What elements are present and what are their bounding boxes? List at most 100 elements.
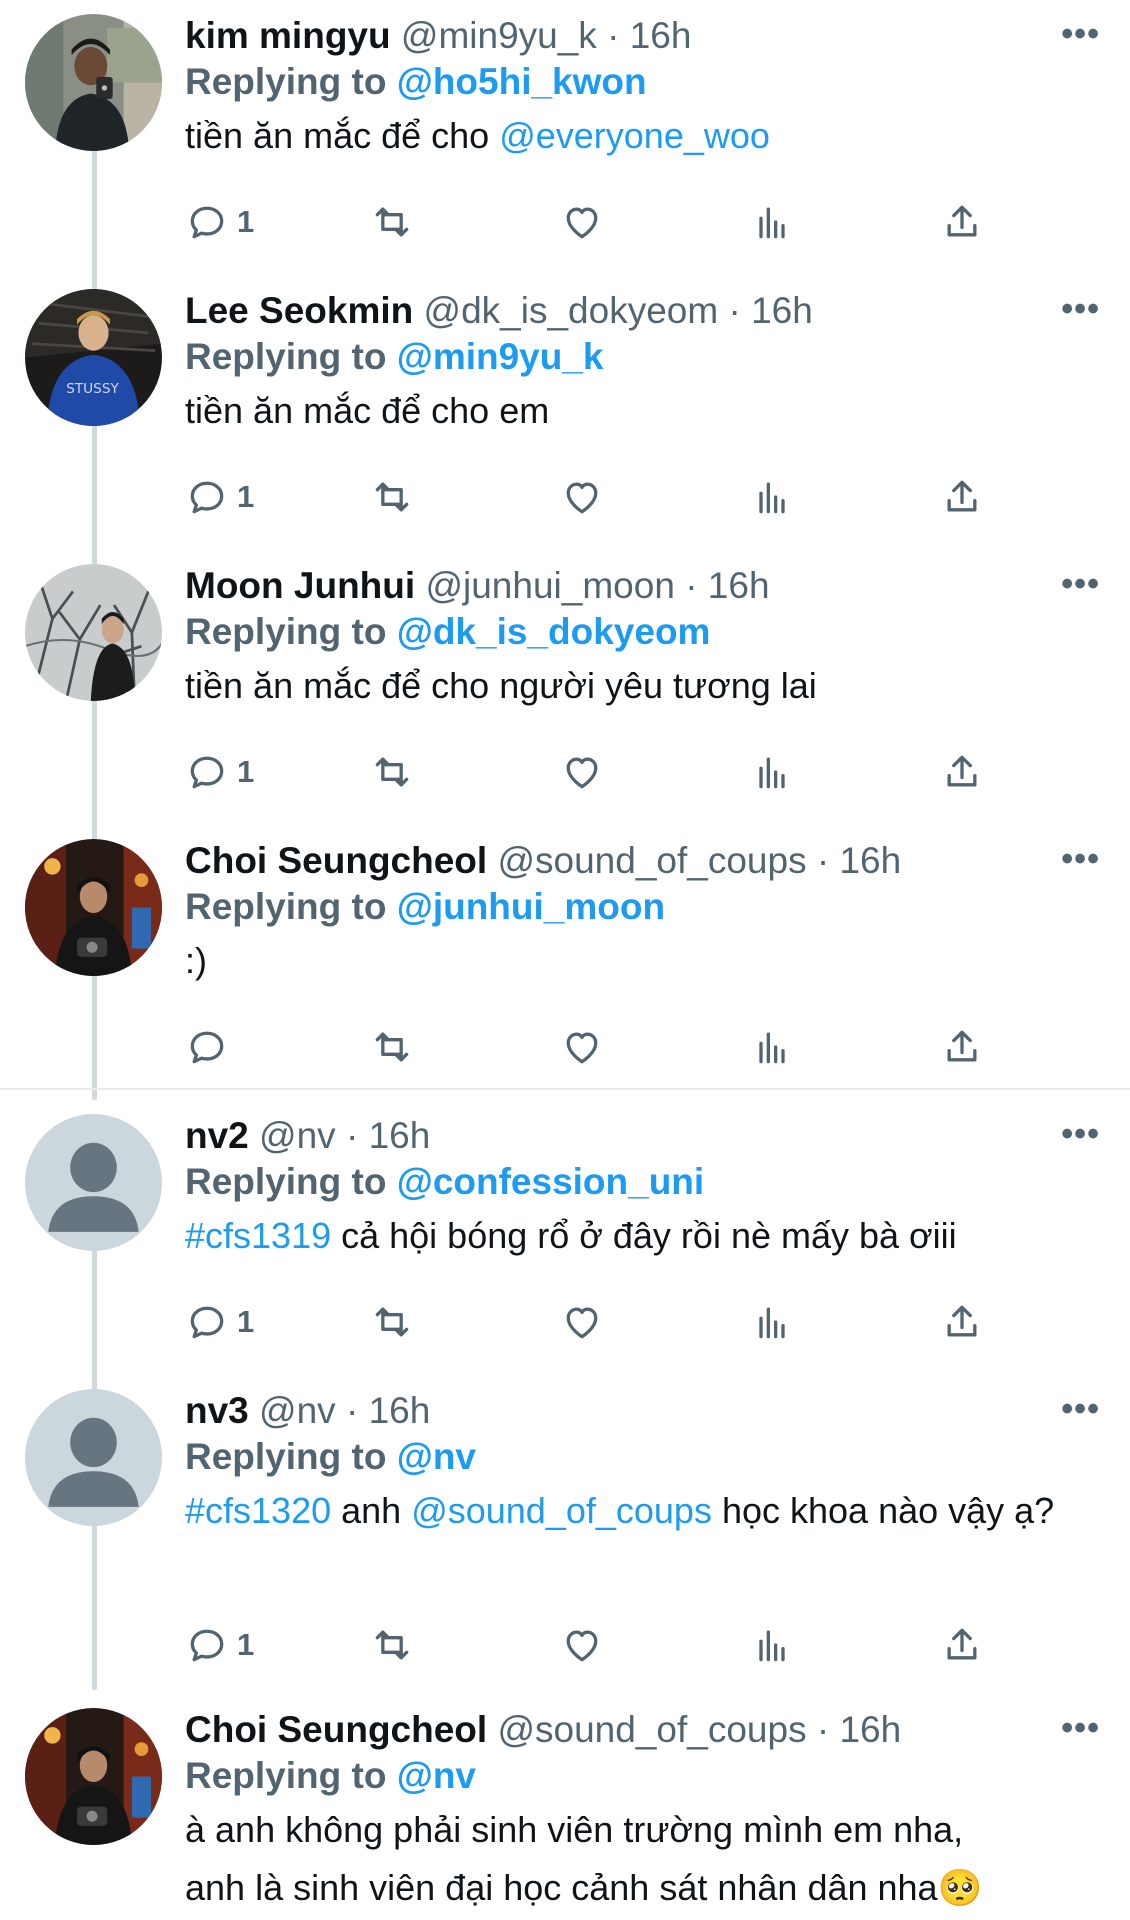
replying-to-label: Replying to <box>185 336 387 377</box>
replying-to-mention[interactable]: @nv <box>397 1755 476 1796</box>
tweet-mention-link[interactable]: @everyone_woo <box>499 115 770 156</box>
display-name[interactable]: Choi Seungcheol <box>185 1709 487 1750</box>
analytics-icon <box>759 482 785 514</box>
more-options-icon[interactable]: ••• <box>1061 12 1100 56</box>
avatar-lee-seokmin[interactable]: STUSSY <box>25 289 162 426</box>
tweet[interactable]: Choi Seungcheol @sound_of_coups · 16h ••… <box>0 1694 1130 1920</box>
share-icon <box>947 1305 977 1337</box>
hashtag-link[interactable]: #cfs1319 <box>185 1215 331 1256</box>
display-name[interactable]: Lee Seokmin <box>185 290 413 331</box>
reply-button[interactable]: 1 <box>185 747 254 797</box>
reply-button[interactable]: 1 <box>185 197 254 247</box>
reply-button[interactable]: 1 <box>185 472 254 522</box>
user-handle[interactable]: @sound_of_coups <box>497 1709 806 1750</box>
tweet[interactable]: Choi Seungcheol @sound_of_coups · 16h ••… <box>0 825 1130 1100</box>
user-handle[interactable]: @nv <box>259 1390 336 1431</box>
share-button[interactable] <box>940 197 984 247</box>
timestamp[interactable]: 16h <box>369 1390 431 1431</box>
replying-to-mention[interactable]: @min9yu_k <box>397 336 604 377</box>
like-button[interactable] <box>560 197 604 247</box>
tweet-header: Choi Seungcheol @sound_of_coups · 16h <box>185 1706 1100 1753</box>
tweet[interactable]: STUSSY Lee Seokmin @dk_is_dokyeom · 16h … <box>0 275 1130 550</box>
tweet[interactable]: nv3 @nv · 16h ••• Replying to @nv #cfs13… <box>0 1375 1130 1705</box>
share-button[interactable] <box>940 1297 984 1347</box>
replying-to-mention[interactable]: @nv <box>397 1436 476 1477</box>
replying-to-mention[interactable]: @confession_uni <box>397 1161 704 1202</box>
reply-button[interactable]: 1 <box>185 1620 254 1670</box>
more-options-icon[interactable]: ••• <box>1061 287 1100 331</box>
tweet[interactable]: nv2 @nv · 16h ••• Replying to @confessio… <box>0 1100 1130 1375</box>
tweet-mention-link[interactable]: @sound_of_coups <box>411 1490 712 1531</box>
user-handle[interactable]: @dk_is_dokyeom <box>424 290 719 331</box>
replying-to-mention[interactable]: @junhui_moon <box>397 886 665 927</box>
like-button[interactable] <box>560 472 604 522</box>
timestamp[interactable]: 16h <box>630 15 692 56</box>
display-name[interactable]: nv3 <box>185 1390 249 1431</box>
views-button[interactable] <box>750 747 794 797</box>
like-button[interactable] <box>560 1620 604 1670</box>
views-button[interactable] <box>750 1620 794 1670</box>
more-options-icon[interactable]: ••• <box>1061 1706 1100 1750</box>
tweet-actions: 1 <box>185 197 1005 247</box>
tweet-actions: 1 <box>185 1297 1005 1347</box>
replying-to-mention[interactable]: @ho5hi_kwon <box>397 61 647 102</box>
timestamp[interactable]: 16h <box>839 840 901 881</box>
retweet-button[interactable] <box>370 1620 414 1670</box>
user-handle[interactable]: @sound_of_coups <box>497 840 806 881</box>
views-button[interactable] <box>750 1022 794 1072</box>
replying-to-mention[interactable]: @dk_is_dokyeom <box>397 611 711 652</box>
retweet-button[interactable] <box>370 472 414 522</box>
avatar-nv2[interactable] <box>25 1114 162 1251</box>
reply-icon <box>190 206 224 239</box>
tweet[interactable]: Moon Junhui @junhui_moon · 16h ••• Reply… <box>0 550 1130 825</box>
separator-dot: · <box>816 840 830 881</box>
display-name[interactable]: Moon Junhui <box>185 565 415 606</box>
share-button[interactable] <box>940 1022 984 1072</box>
like-button[interactable] <box>560 747 604 797</box>
timestamp[interactable]: 16h <box>369 1115 431 1156</box>
separator-dot: · <box>345 1390 359 1431</box>
replying-to-label: Replying to <box>185 1755 387 1796</box>
share-button[interactable] <box>940 1620 984 1670</box>
separator-dot: · <box>685 565 698 606</box>
more-options-icon[interactable]: ••• <box>1061 562 1100 606</box>
views-button[interactable] <box>750 1297 794 1347</box>
separator-dot: · <box>345 1115 359 1156</box>
display-name[interactable]: kim mingyu <box>185 15 391 56</box>
replying-to-label: Replying to <box>185 611 387 652</box>
reply-button[interactable]: 1 <box>185 1297 254 1347</box>
views-button[interactable] <box>750 472 794 522</box>
heart-icon <box>566 1630 598 1662</box>
display-name[interactable]: Choi Seungcheol <box>185 840 487 881</box>
reply-button[interactable] <box>185 1022 237 1072</box>
avatar-kim-mingyu[interactable] <box>25 14 162 151</box>
user-handle[interactable]: @nv <box>259 1115 336 1156</box>
avatar-moon-junhui[interactable] <box>25 564 162 701</box>
hashtag-link[interactable]: #cfs1320 <box>185 1490 331 1531</box>
more-options-icon[interactable]: ••• <box>1061 837 1100 881</box>
tweet[interactable]: kim mingyu @min9yu_k · 16h ••• Replying … <box>0 0 1130 275</box>
timestamp[interactable]: 16h <box>751 290 813 331</box>
like-button[interactable] <box>560 1022 604 1072</box>
more-options-icon[interactable]: ••• <box>1061 1387 1100 1431</box>
tweet-header: kim mingyu @min9yu_k · 16h <box>185 12 1100 59</box>
share-icon <box>947 480 977 512</box>
like-button[interactable] <box>560 1297 604 1347</box>
views-button[interactable] <box>750 197 794 247</box>
more-options-icon[interactable]: ••• <box>1061 1112 1100 1156</box>
tweet-header: Moon Junhui @junhui_moon · 16h <box>185 562 1100 609</box>
timestamp[interactable]: 16h <box>839 1709 901 1750</box>
share-button[interactable] <box>940 747 984 797</box>
retweet-button[interactable] <box>370 1022 414 1072</box>
retweet-button[interactable] <box>370 1297 414 1347</box>
timestamp[interactable]: 16h <box>708 565 770 606</box>
user-handle[interactable]: @min9yu_k <box>401 15 597 56</box>
avatar-nv3[interactable] <box>25 1389 162 1526</box>
share-button[interactable] <box>940 472 984 522</box>
user-handle[interactable]: @junhui_moon <box>425 565 674 606</box>
display-name[interactable]: nv2 <box>185 1115 249 1156</box>
avatar-choi-seungcheol[interactable] <box>25 839 162 976</box>
retweet-button[interactable] <box>370 747 414 797</box>
retweet-button[interactable] <box>370 197 414 247</box>
avatar-choi-seungcheol[interactable] <box>25 1708 162 1845</box>
